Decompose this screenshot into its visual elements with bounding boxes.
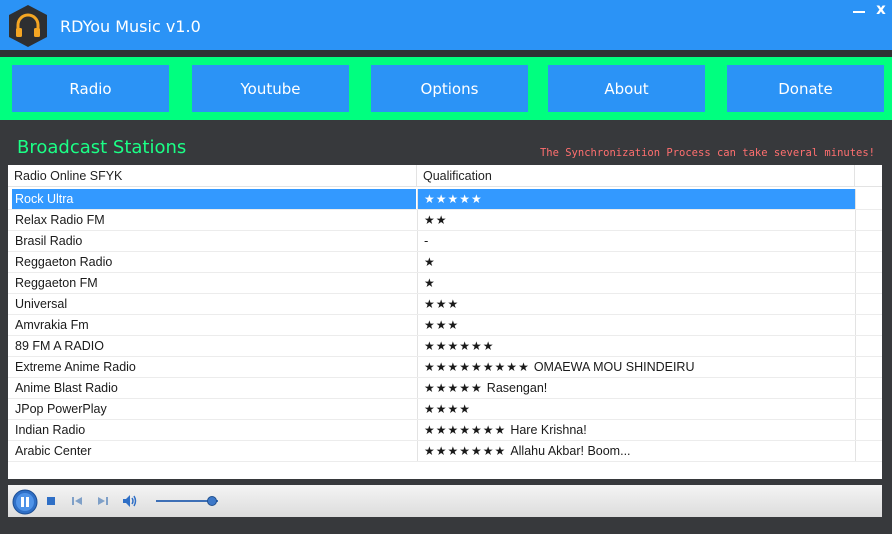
station-qualification: ★★★ xyxy=(417,315,855,335)
section-title: Broadcast Stations xyxy=(17,137,187,158)
close-button[interactable]: x xyxy=(872,0,890,18)
station-name: Amvrakia Fm xyxy=(15,318,89,332)
stop-icon[interactable] xyxy=(46,496,56,506)
rating-note: Rasengan! xyxy=(486,381,548,395)
volume-icon[interactable] xyxy=(122,494,138,508)
table-row[interactable]: 89 FM A RADIO ★★★★★★ xyxy=(8,336,882,357)
previous-icon[interactable] xyxy=(71,495,83,507)
rating-stars: ★ xyxy=(424,255,436,269)
table-row[interactable]: Reggaeton Radio ★ xyxy=(8,252,882,273)
rating-note: Allahu Akbar! Boom... xyxy=(510,444,631,458)
nav-about-button[interactable]: About xyxy=(548,65,705,112)
station-qualification: ★★★★★★★ Allahu Akbar! Boom... xyxy=(417,441,855,461)
volume-slider-handle[interactable] xyxy=(206,496,217,506)
station-qualification: ★★★★★★★ Hare Krishna! xyxy=(417,420,855,440)
station-name: Relax Radio FM xyxy=(15,213,105,227)
table-row[interactable]: Amvrakia Fm ★★★ xyxy=(8,315,882,336)
sync-warning: The Synchronization Process can take sev… xyxy=(539,147,875,159)
station-qualification: - xyxy=(417,231,855,251)
nav-donate-button[interactable]: Donate xyxy=(727,65,884,112)
table-row[interactable]: Arabic Center ★★★★★★★ Allahu Akbar! Boom..… xyxy=(8,441,882,462)
app-title: RDYou Music v1.0 xyxy=(60,17,201,36)
station-list[interactable]: Radio Online SFYK Qualification Rock Ult… xyxy=(8,165,882,479)
rating-stars: ★★ xyxy=(424,213,448,227)
station-name: 89 FM A RADIO xyxy=(15,339,104,353)
rating-note: Hare Krishna! xyxy=(510,423,587,437)
station-name: Indian Radio xyxy=(15,423,86,437)
player-bar xyxy=(8,485,882,517)
station-name: Universal xyxy=(15,297,68,311)
rating-stars: ★ xyxy=(424,276,436,290)
station-name: Brasil Radio xyxy=(15,234,83,248)
column-divider xyxy=(855,189,856,209)
station-name: Rock Ultra xyxy=(12,189,416,209)
rating-stars: ★★★★★ xyxy=(424,192,483,206)
station-qualification: ★★ xyxy=(417,210,855,230)
rating-note: OMAEWA MOU SHINDEIRU xyxy=(533,360,695,374)
table-row[interactable]: JPop PowerPlay ★★★★ xyxy=(8,399,882,420)
station-name: JPop PowerPlay xyxy=(15,402,107,416)
station-name: Anime Blast Radio xyxy=(15,381,118,395)
nav-options-button[interactable]: Options xyxy=(371,65,528,112)
minimize-icon[interactable] xyxy=(852,3,866,15)
table-row[interactable]: Rock Ultra ★★★★★ xyxy=(8,189,882,210)
rating-stars: ★★★★★★★ xyxy=(424,444,507,458)
station-name: Extreme Anime Radio xyxy=(15,360,136,374)
column-header-qualification[interactable]: Qualification xyxy=(417,165,855,187)
pause-icon[interactable] xyxy=(12,489,38,515)
station-qualification: ★ xyxy=(417,252,855,272)
rating-stars: ★★★ xyxy=(424,318,460,332)
column-divider xyxy=(855,315,856,335)
station-qualification: ★ xyxy=(417,273,855,293)
table-row[interactable]: Brasil Radio - xyxy=(8,231,882,252)
table-row[interactable]: Relax Radio FM ★★ xyxy=(8,210,882,231)
next-icon[interactable] xyxy=(97,495,109,507)
column-divider xyxy=(855,357,856,377)
column-divider xyxy=(855,378,856,398)
rating-stars: ★★★ xyxy=(424,297,460,311)
station-name: Reggaeton Radio xyxy=(15,255,113,269)
rating-stars: ★★★★★★ xyxy=(424,339,495,353)
station-qualification: ★★★★★ xyxy=(417,189,855,209)
station-qualification: ★★★★★ Rasengan! xyxy=(417,378,855,398)
station-name: Arabic Center xyxy=(15,444,92,458)
rating-stars: ★★★★★★★★★ xyxy=(424,360,530,374)
divider xyxy=(0,50,892,57)
station-qualification: ★★★ xyxy=(417,294,855,314)
table-row[interactable]: Indian Radio ★★★★★★★ Hare Krishna! xyxy=(8,420,882,441)
nav-youtube-button[interactable]: Youtube xyxy=(192,65,349,112)
headphones-icon xyxy=(9,5,47,47)
column-divider xyxy=(855,273,856,293)
nav-bar: Radio Youtube Options About Donate xyxy=(0,57,892,120)
table-row[interactable]: Extreme Anime Radio ★★★★★★★★★ OMAEWA MOU S… xyxy=(8,357,882,378)
rating-stars: ★★★★ xyxy=(424,402,472,416)
list-rows: Rock Ultra ★★★★★ Relax Radio FM ★★ Brasil Ra… xyxy=(8,189,882,462)
table-row[interactable]: Reggaeton FM ★ xyxy=(8,273,882,294)
column-header-station[interactable]: Radio Online SFYK xyxy=(8,165,417,187)
table-row[interactable]: Universal ★★★ xyxy=(8,294,882,315)
station-qualification: ★★★★★★★★★ OMAEWA MOU SHINDEIRU xyxy=(417,357,855,377)
nav-radio-button[interactable]: Radio xyxy=(12,65,169,112)
station-name: Reggaeton FM xyxy=(15,276,98,290)
column-divider xyxy=(855,252,856,272)
rating-stars: ★★★★★ xyxy=(424,381,483,395)
station-qualification: ★★★★★★ xyxy=(417,336,855,356)
column-divider xyxy=(855,294,856,314)
title-bar: RDYou Music v1.0 x xyxy=(0,0,892,50)
column-divider xyxy=(855,210,856,230)
column-divider xyxy=(855,441,856,461)
list-header: Radio Online SFYK Qualification xyxy=(8,165,882,187)
rating-stars: - xyxy=(424,234,430,248)
station-qualification: ★★★★ xyxy=(417,399,855,419)
column-divider xyxy=(855,336,856,356)
table-row[interactable]: Anime Blast Radio ★★★★★ Rasengan! xyxy=(8,378,882,399)
column-divider xyxy=(855,231,856,251)
column-divider xyxy=(855,420,856,440)
column-divider xyxy=(855,399,856,419)
rating-stars: ★★★★★★★ xyxy=(424,423,507,437)
